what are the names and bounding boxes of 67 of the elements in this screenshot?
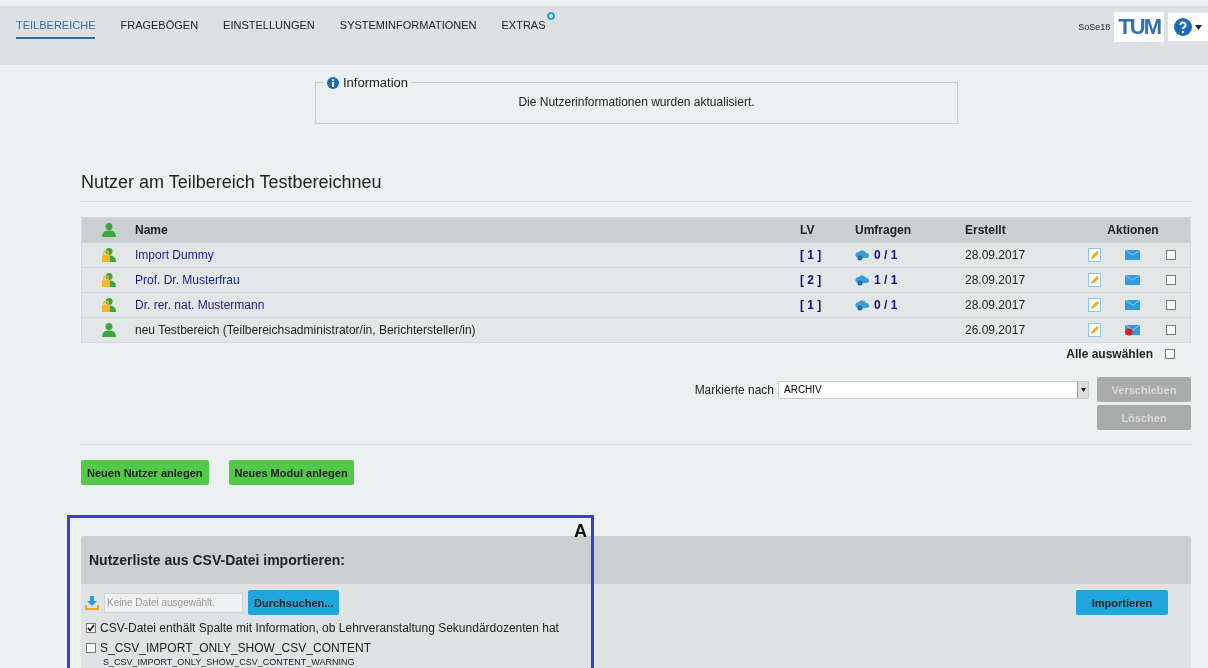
column-header: LV xyxy=(800,223,816,237)
info-message: Die Nutzerinformationen wurden aktualisiert. xyxy=(517,95,756,109)
user-icon xyxy=(100,297,117,313)
nav-tab[interactable]: EINSTELLUNGEN xyxy=(223,6,315,39)
table-cell-text: 28.09.2017 xyxy=(965,298,1027,312)
move-label: Markierte nach xyxy=(694,382,774,397)
table-cell-text: 28.09.2017 xyxy=(965,273,1027,287)
user-link[interactable]: Dr. rer. nat. Mustermann xyxy=(135,298,800,312)
cloud-icon xyxy=(855,299,871,311)
mail-icon[interactable] xyxy=(1124,299,1140,311)
table-cell-text: 26.09.2017 xyxy=(965,323,1027,337)
plus-icon xyxy=(546,12,555,20)
mail-alert-icon[interactable] xyxy=(1124,324,1140,336)
option-label: S_CSV_IMPORT_ONLY_SHOW_CSV_CONTENT xyxy=(100,641,371,655)
checkbox[interactable] xyxy=(1166,250,1176,260)
mail-icon[interactable] xyxy=(1124,249,1140,261)
mail-icon[interactable] xyxy=(1124,274,1140,286)
checkbox[interactable] xyxy=(1166,300,1176,310)
download-icon xyxy=(85,595,99,610)
option-note: S_CSV_IMPORT_ONLY_SHOW_CSV_CONTENT_WARNING xyxy=(102,656,356,667)
user-link[interactable]: Import Dummy xyxy=(135,248,800,262)
checkbox[interactable] xyxy=(86,643,96,653)
lv-count[interactable]: [ 1 ] xyxy=(800,248,855,262)
help-button[interactable] xyxy=(1168,13,1208,41)
help-icon xyxy=(1174,18,1192,36)
create-button[interactable]: Neuen Nutzer anlegen xyxy=(81,460,209,485)
info-title: Information xyxy=(324,75,412,90)
option-label: CSV-Datei enthält Spalte mit Information, ob Lehrveranstaltung Sekundärdozenten hat xyxy=(100,621,559,635)
lv-count[interactable]: [ 2 ] xyxy=(800,273,855,287)
lv-count[interactable]: [ 1 ] xyxy=(800,298,855,312)
survey-count: 1 / 1 xyxy=(874,273,898,287)
column-header: Name xyxy=(135,223,169,237)
nav-tab[interactable]: EXTRAS xyxy=(501,6,555,39)
user-icon xyxy=(100,222,117,238)
nav-tab[interactable]: TEILBEREICHE xyxy=(16,6,96,39)
logo: TUM xyxy=(1114,12,1164,42)
browse-button[interactable]: Durchsuchen... xyxy=(248,590,340,615)
file-field[interactable]: Keine Datei ausgewählt. xyxy=(104,592,243,613)
user-icon xyxy=(100,322,117,338)
checkbox[interactable] xyxy=(1166,275,1176,285)
checkbox[interactable] xyxy=(1165,349,1175,359)
annotation-label: A xyxy=(574,521,587,542)
nav-tab[interactable]: SYSTEMINFORMATIONEN xyxy=(339,6,477,39)
user-icon xyxy=(100,247,117,263)
table-cell-text: 28.09.2017 xyxy=(965,248,1027,262)
section-heading: Nutzer am Teilbereich Testbereichneu xyxy=(81,172,1191,202)
column-header: Umfragen xyxy=(855,223,912,237)
checkbox[interactable] xyxy=(1166,325,1176,335)
create-button[interactable]: Neues Modul anlegen xyxy=(228,460,354,485)
select-all-label: Alle auswählen xyxy=(1066,347,1153,361)
caret-icon xyxy=(1195,24,1202,30)
semester-label: SoSe18 xyxy=(1078,22,1111,32)
checkbox[interactable] xyxy=(86,623,96,633)
survey-count: 0 / 1 xyxy=(874,248,898,262)
import-button[interactable]: Importieren xyxy=(1076,590,1168,615)
column-header: Aktionen xyxy=(1106,223,1160,237)
cloud-icon xyxy=(855,274,871,286)
caret-icon xyxy=(1080,387,1086,392)
survey-count: 0 / 1 xyxy=(874,298,898,312)
info-icon xyxy=(327,76,339,89)
table-cell-text: neu Testbereich (Teilbereichsadministrator/in, Berichtersteller/in) xyxy=(135,323,477,337)
nav-tab[interactable]: FRAGEBÖGEN xyxy=(120,6,199,39)
user-icon xyxy=(100,272,117,288)
user-link[interactable]: Prof. Dr. Musterfrau xyxy=(135,273,800,287)
panel-title: Nutzerliste aus CSV-Datei importieren: xyxy=(89,552,345,568)
column-header: Erstellt xyxy=(965,223,1007,237)
cloud-icon xyxy=(855,249,871,261)
